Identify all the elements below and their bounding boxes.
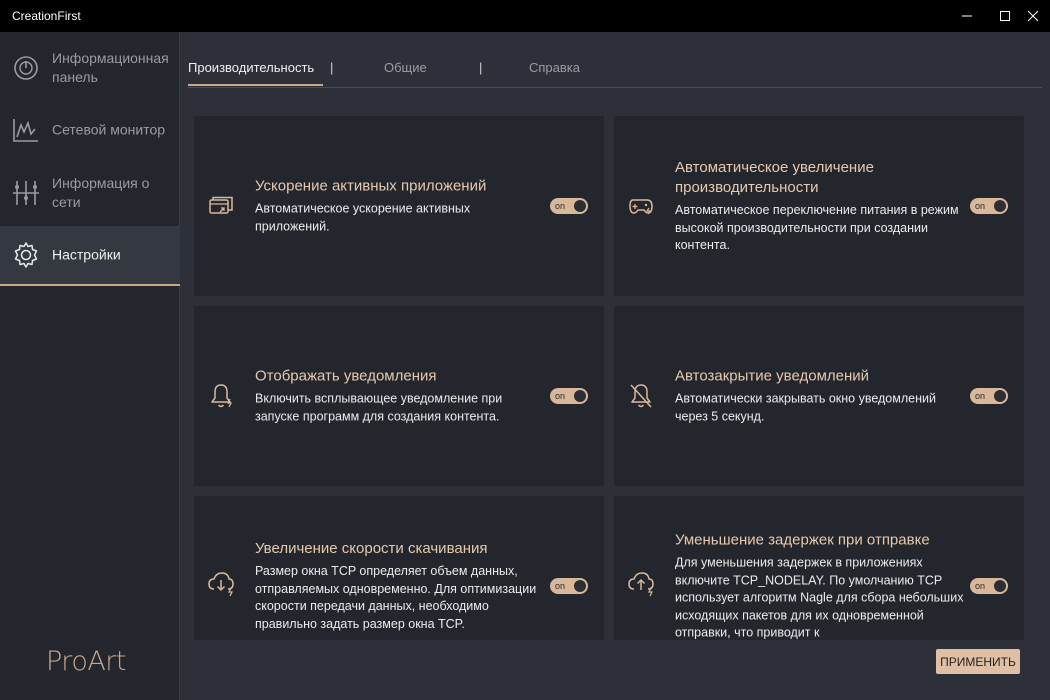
sidebar: Информационная панель Сетевой монитор Ин… (0, 32, 180, 700)
tab-separator: | (330, 60, 334, 75)
app-acceleration-icon (209, 196, 233, 214)
tab-help[interactable]: Справка (529, 60, 580, 75)
toggle-knob (574, 580, 586, 592)
auto-close-notifications-toggle[interactable]: on (970, 388, 1008, 404)
sidebar-item-dashboard[interactable]: Информационная панель (0, 36, 180, 100)
card-app-acceleration: Ускорение активных приложений Автоматиче… (194, 116, 604, 296)
close-button[interactable] (1016, 0, 1050, 32)
toggle-knob (574, 390, 586, 402)
network-chart-icon (13, 119, 38, 142)
minimize-button[interactable] (950, 0, 984, 32)
apply-button[interactable]: ПРИМЕНИТЬ (936, 649, 1020, 674)
toggle-label: on (975, 201, 986, 211)
toggle-knob (574, 200, 586, 212)
card-description: Размер окна TCP определяет объем данных,… (255, 564, 537, 631)
settings-panel: Ускорение активных приложений Автоматиче… (188, 110, 1038, 640)
sidebar-item-network-info[interactable]: Информация о сети (0, 160, 180, 226)
card-title: Отображать уведомления (255, 367, 437, 385)
card-description: Автоматическое ускорение активных прилож… (255, 201, 471, 234)
cloud-download-icon (208, 572, 234, 597)
maximize-icon (1000, 11, 1010, 21)
card-title: Автоматическое увеличение производительн… (675, 158, 874, 196)
network-info-icon (13, 181, 39, 205)
toggle-label: on (555, 391, 566, 401)
sidebar-item-label: Информационная панель (52, 50, 169, 85)
sidebar-item-network-monitor[interactable]: Сетевой монитор (0, 100, 180, 160)
bell-off-icon (630, 384, 652, 408)
cloud-upload-icon (628, 572, 654, 597)
toggle-label: on (975, 391, 986, 401)
sidebar-item-settings[interactable]: Настройки (0, 226, 180, 286)
gear-icon (14, 242, 38, 268)
show-notifications-toggle[interactable]: on (550, 388, 588, 404)
close-icon (1027, 10, 1039, 22)
toggle-knob (994, 200, 1006, 212)
card-upload-latency: Уменьшение задержек при отправке Для уме… (614, 496, 1024, 640)
card-auto-performance: Автоматическое увеличение производительн… (614, 116, 1024, 296)
gamepad-boost-icon (629, 199, 653, 215)
card-title: Автозакрытие уведомлений (675, 367, 870, 385)
proart-logo: ProArt (46, 646, 127, 677)
card-title: Уменьшение задержек при отправке (675, 531, 930, 549)
tab-general[interactable]: Общие (384, 60, 427, 75)
card-description: Автоматически закрывать окно уведомлений… (675, 391, 936, 424)
card-description: Включить всплывающее уведомление при зап… (255, 391, 503, 424)
toggle-label: on (975, 581, 986, 591)
tab-performance[interactable]: Производительность (188, 60, 314, 75)
auto-performance-toggle[interactable]: on (970, 198, 1008, 214)
download-speed-toggle[interactable]: on (550, 578, 588, 594)
app-title: CreationFirst (12, 9, 81, 23)
card-auto-close-notifications: Автозакрытие уведомлений Автоматически з… (614, 306, 1024, 486)
bell-icon (211, 384, 232, 408)
gauge-icon (14, 56, 38, 80)
card-download-speed: Увеличение скорости скачивания Размер ок… (194, 496, 604, 640)
tab-bar: Производительность | Общие | Справка (188, 52, 1042, 88)
card-description: Для уменьшения задержек в приложениях вк… (675, 555, 964, 640)
toggle-knob (994, 390, 1006, 402)
minimize-icon (962, 15, 972, 17)
tab-separator: | (479, 60, 483, 75)
toggle-knob (994, 580, 1006, 592)
upload-latency-toggle[interactable]: on (970, 578, 1008, 594)
card-description: Автоматическое переключение питания в ре… (675, 202, 959, 252)
sidebar-item-label: Информация о сети (52, 175, 150, 210)
sidebar-item-label: Настройки (52, 246, 121, 263)
sidebar-item-label: Сетевой монитор (52, 121, 166, 138)
card-title: Увеличение скорости скачивания (255, 540, 488, 557)
card-show-notifications: Отображать уведомления Включить всплываю… (194, 306, 604, 486)
card-title: Ускорение активных приложений (255, 177, 487, 195)
title-bar: CreationFirst (0, 0, 1050, 32)
active-tab-indicator (188, 84, 323, 86)
toggle-label: on (555, 581, 566, 591)
app-acceleration-toggle[interactable]: on (550, 198, 588, 214)
toggle-label: on (555, 201, 566, 211)
